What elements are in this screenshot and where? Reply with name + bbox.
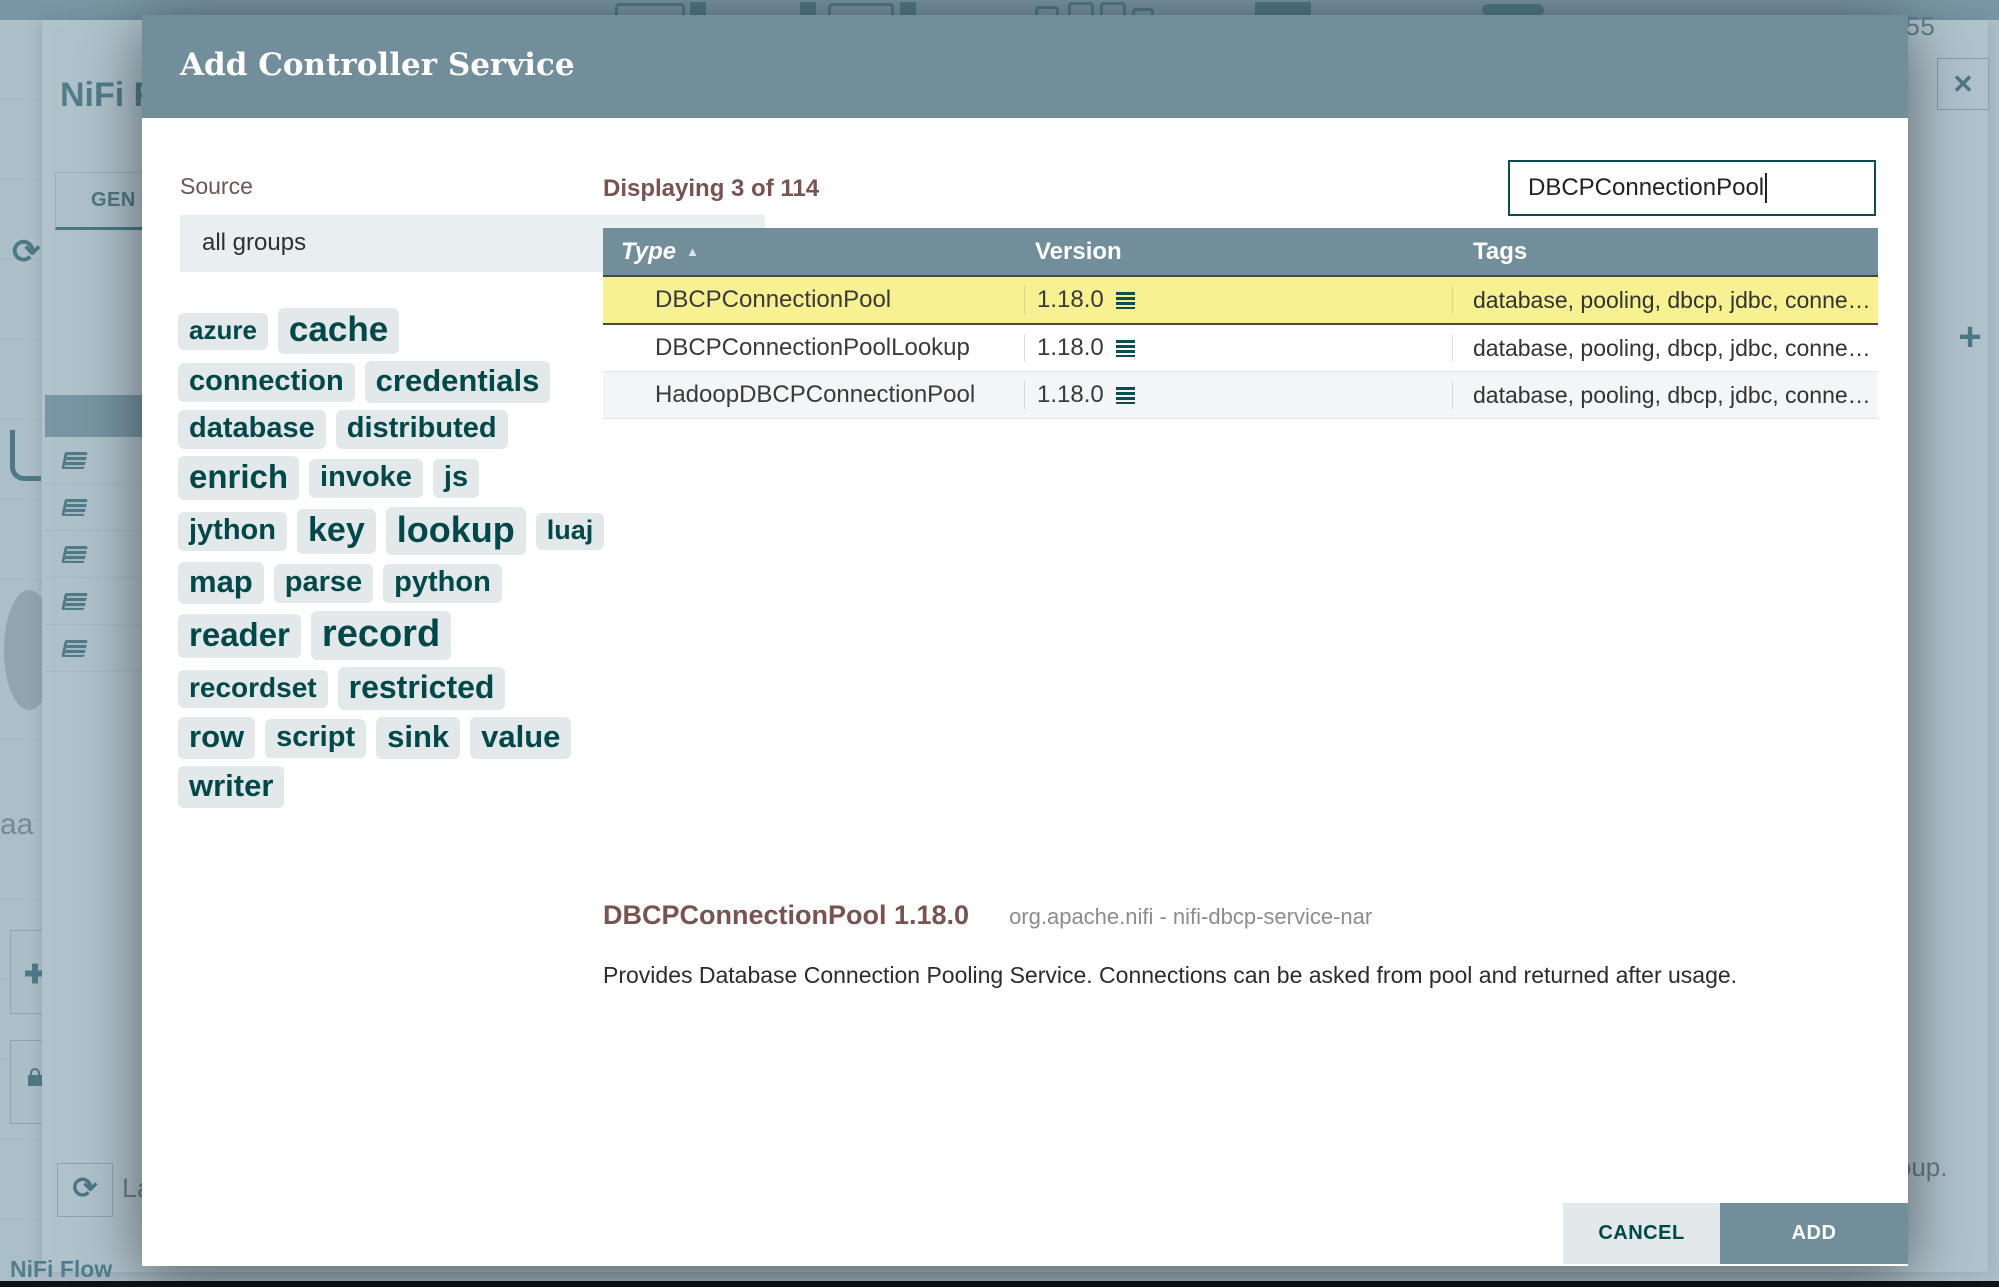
table-row[interactable]: DBCPConnectionPoolLookup 1.18.0 database, …: [603, 325, 1878, 372]
dialog-header: Add Controller Service: [142, 15, 1908, 118]
tag-python[interactable]: python: [383, 563, 502, 603]
tag-value[interactable]: value: [470, 717, 572, 759]
tag-row: database distributed: [178, 410, 638, 449]
tag-distributed[interactable]: distributed: [335, 410, 508, 449]
tag-invoke[interactable]: invoke: [309, 458, 423, 498]
tag-recordset[interactable]: recordset: [178, 669, 328, 708]
tag-row[interactable]: row: [178, 717, 256, 759]
version-value: 1.18.0: [1037, 334, 1104, 361]
search-value: DBCPConnectionPool: [1528, 174, 1765, 201]
tag-row: connection credentials: [178, 361, 638, 403]
dialog-title: Add Controller Service: [180, 47, 575, 83]
tag-reader[interactable]: reader: [178, 613, 301, 658]
cell-type: DBCPConnectionPoolLookup: [603, 334, 1025, 362]
cancel-button[interactable]: CANCEL: [1563, 1203, 1720, 1264]
cell-version: 1.18.0: [1025, 286, 1453, 314]
cell-tags: database, pooling, dbcp, jdbc, connec…: [1473, 334, 1878, 361]
selected-service-detail: DBCPConnectionPool 1.18.0 org.apache.nif…: [603, 900, 1372, 931]
tag-credentials[interactable]: credentials: [364, 361, 551, 403]
detail-bundle: org.apache.nifi - nifi-dbcp-service-nar: [1009, 904, 1373, 929]
screen-bottom-edge: [0, 1281, 1999, 1287]
tag-js[interactable]: js: [432, 458, 480, 498]
tag-restricted[interactable]: restricted: [337, 667, 506, 710]
text-caret: [1765, 173, 1768, 203]
tag-luaj[interactable]: luaj: [535, 512, 605, 550]
tag-enrich[interactable]: enrich: [178, 456, 300, 500]
column-header-version[interactable]: Version: [1025, 238, 1453, 266]
cell-version: 1.18.0: [1025, 381, 1453, 409]
tag-row: row script sink value: [178, 717, 638, 759]
add-controller-service-dialog: Add Controller Service Source all groups…: [142, 15, 1908, 1266]
services-table-header: Type ▲ Version Tags: [603, 228, 1878, 275]
detail-title: DBCPConnectionPool 1.18.0: [603, 900, 970, 930]
sort-asc-icon: ▲: [686, 243, 699, 259]
tag-database[interactable]: database: [178, 410, 326, 449]
tag-connection[interactable]: connection: [178, 362, 355, 402]
column-header-tags[interactable]: Tags: [1453, 238, 1878, 266]
cell-version: 1.18.0: [1025, 334, 1453, 362]
table-row[interactable]: HadoopDBCPConnectionPool 1.18.0 database, …: [603, 372, 1878, 419]
tag-sink[interactable]: sink: [376, 717, 461, 759]
table-row[interactable]: DBCPConnectionPool 1.18.0 database, poolin…: [603, 275, 1878, 325]
source-label: Source: [180, 173, 253, 199]
tag-script[interactable]: script: [265, 718, 367, 758]
tag-map[interactable]: map: [178, 562, 264, 604]
list-icon: [1115, 339, 1135, 357]
tag-row: map parse python: [178, 562, 638, 604]
version-value: 1.18.0: [1037, 381, 1104, 408]
tag-cloud: azure cache connection credentials database d…: [178, 308, 638, 815]
services-table-body: DBCPConnectionPool 1.18.0 database, poolin…: [603, 275, 1878, 419]
services-table: Type ▲ Version Tags DBCPConnectionPool 1.1…: [603, 228, 1878, 419]
cell-tags: database, pooling, dbcp, jdbc, connec…: [1473, 286, 1878, 313]
cell-tags: database, pooling, dbcp, jdbc, connec…: [1473, 381, 1878, 408]
tag-cache[interactable]: cache: [277, 308, 400, 354]
cell-type: HadoopDBCPConnectionPool: [603, 381, 1025, 409]
column-header-type-label: Type: [621, 237, 677, 265]
tag-row: jython key lookup luaj: [178, 507, 638, 555]
tag-azure[interactable]: azure: [178, 312, 268, 350]
tag-jython[interactable]: jython: [178, 511, 287, 551]
list-icon: [1115, 386, 1135, 404]
version-value: 1.18.0: [1037, 286, 1104, 313]
detail-description: Provides Database Connection Pooling Ser…: [603, 962, 1738, 988]
column-header-type[interactable]: Type ▲: [603, 238, 1025, 266]
tag-row: recordset restricted: [178, 667, 638, 710]
source-selected-value: all groups: [202, 229, 307, 256]
tag-record[interactable]: record: [310, 611, 452, 660]
displaying-count: Displaying 3 of 114: [603, 175, 820, 202]
list-icon: [1115, 291, 1135, 309]
tag-row: reader record: [178, 611, 638, 660]
tag-writer[interactable]: writer: [178, 766, 285, 808]
search-input[interactable]: DBCPConnectionPool: [1508, 160, 1876, 216]
tag-key[interactable]: key: [297, 508, 376, 554]
tag-lookup[interactable]: lookup: [385, 507, 526, 555]
add-button[interactable]: ADD: [1720, 1203, 1908, 1264]
tag-row: azure cache: [178, 308, 638, 354]
tag-row: writer: [178, 766, 638, 808]
tag-row: enrich invoke js: [178, 456, 638, 500]
tag-parse[interactable]: parse: [273, 563, 374, 603]
cell-type: DBCPConnectionPool: [603, 286, 1025, 314]
